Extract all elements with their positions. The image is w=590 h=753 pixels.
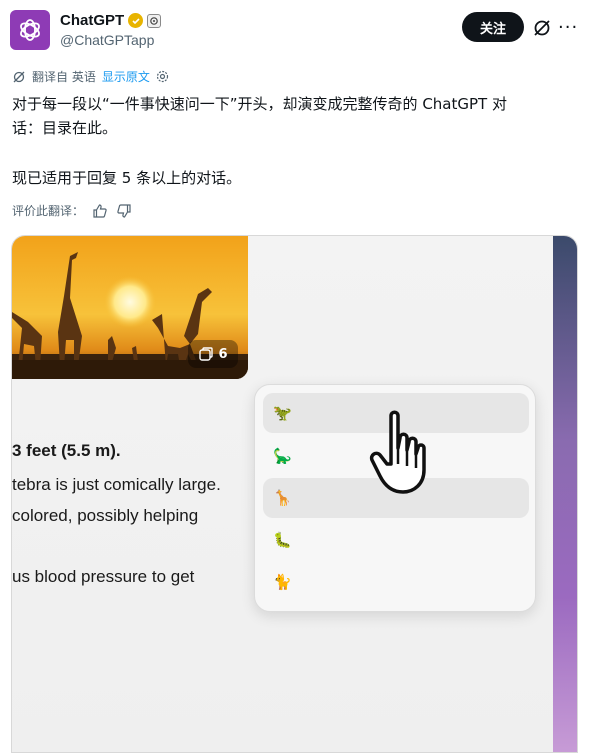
- tweet-media[interactable]: 6 3 feet (5.5 m). tebra is just comicall…: [11, 235, 578, 753]
- name-row: ChatGPT: [60, 12, 162, 29]
- chatgpt-avatar[interactable]: [10, 10, 50, 50]
- trex-emoji-icon: 🦖: [273, 404, 292, 422]
- photo-count: 6: [218, 346, 228, 362]
- tweet-body: 对于每一段以“一件事快速问一下”开头，却演变成完整传奇的 ChatGPT 对 话…: [12, 92, 572, 190]
- media-edge-strip: [553, 236, 577, 752]
- thumbs-up-icon[interactable]: [92, 203, 108, 219]
- thumbs-down-icon[interactable]: [116, 203, 132, 219]
- sauropod-emoji-icon: 🦕: [273, 447, 292, 465]
- account-name[interactable]: ChatGPT: [60, 12, 124, 29]
- rate-translation-label: 评价此翻译：: [12, 204, 85, 218]
- caterpillar-emoji-icon: 🐛: [273, 531, 292, 549]
- chat-line: us blood pressure to get: [12, 567, 195, 586]
- tweet-text-line: 话：目录在此。: [12, 119, 118, 137]
- translated-from-label: 翻译自 英语: [32, 70, 96, 84]
- cat-emoji-icon: 🐈: [273, 573, 292, 591]
- grok-translate-icon: [13, 71, 25, 82]
- account-handle[interactable]: @ChatGPTapp: [60, 32, 154, 48]
- show-original-link[interactable]: 显示原文: [102, 68, 150, 85]
- more-options-icon[interactable]: ···: [558, 17, 578, 38]
- tweet-header: ChatGPT @ChatGPTapp 关注 ···: [10, 10, 580, 54]
- chat-line: 3 feet (5.5 m).: [12, 441, 121, 460]
- giraffe-emoji-icon: 🦒: [273, 489, 292, 507]
- openai-logo-icon: [20, 19, 40, 41]
- popup-item-caterpillar[interactable]: 🐛: [263, 520, 529, 560]
- popup-item-cat[interactable]: 🐈: [263, 562, 529, 602]
- follow-button[interactable]: 关注: [462, 12, 524, 42]
- chat-line: colored, possibly helping: [12, 506, 199, 525]
- gallery-icon: [199, 347, 214, 361]
- verified-badge-icon: [128, 13, 144, 28]
- affiliate-badge-icon[interactable]: [147, 13, 162, 28]
- rate-translation-row: 评价此翻译：: [12, 202, 132, 219]
- translation-row: 翻译自 英语 显示原文: [12, 68, 169, 85]
- photo-count-badge: 6: [188, 340, 238, 368]
- tweet-text-line: 现已适用于回复 5 条以上的对话。: [12, 169, 242, 187]
- hand-pointer-icon: [369, 410, 426, 494]
- grok-icon[interactable]: [532, 18, 552, 38]
- settings-gear-icon[interactable]: [156, 70, 169, 83]
- tweet-text-line: 对于每一段以“一件事快速问一下”开头，却演变成完整传奇的 ChatGPT 对: [12, 95, 507, 113]
- giraffe-sunset-photo[interactable]: 6: [12, 236, 248, 379]
- chat-line: tebra is just comically large.: [12, 475, 221, 494]
